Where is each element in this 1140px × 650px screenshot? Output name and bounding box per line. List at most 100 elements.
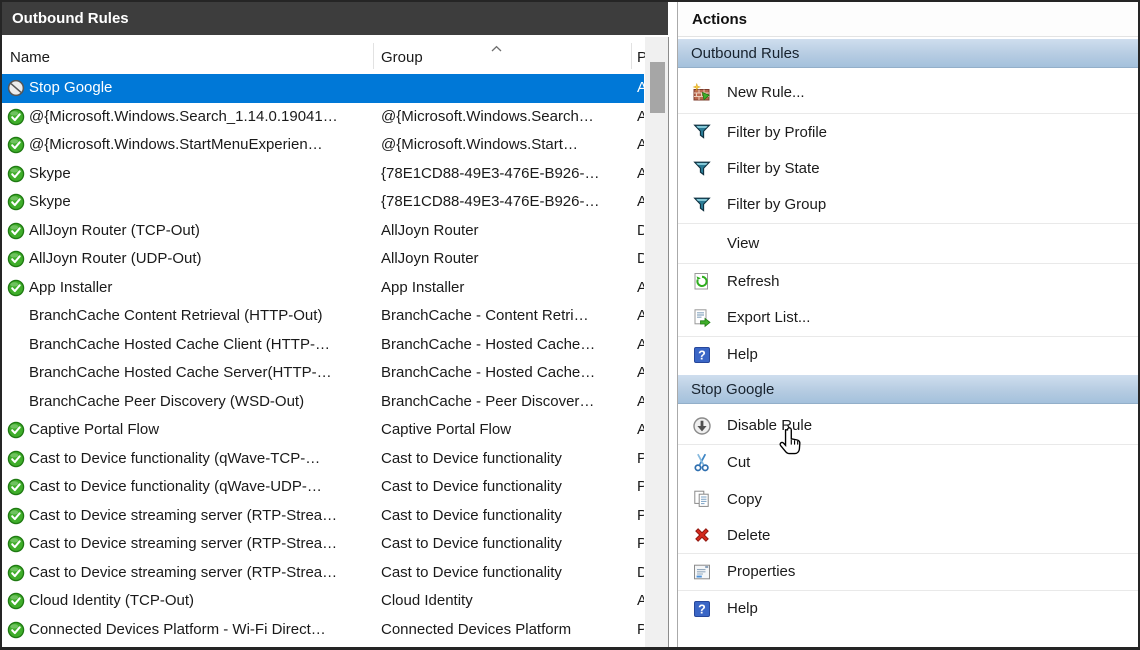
table-row[interactable]: BranchCache Peer Discovery (WSD-Out)Bran… xyxy=(2,388,644,417)
rule-profile: All xyxy=(637,331,644,360)
actions-section-header[interactable]: Stop Google xyxy=(678,375,1138,404)
check-icon xyxy=(7,250,25,268)
action-label: Delete xyxy=(727,527,770,544)
rule-name: App Installer xyxy=(29,274,373,303)
rule-group: App Installer xyxy=(381,274,629,303)
action-filter-by-profile[interactable]: Filter by Profile xyxy=(678,114,1138,151)
rule-profile: All xyxy=(637,302,644,331)
table-row[interactable]: Skype{78E1CD88-49E3-476E-B926-…All xyxy=(2,160,644,189)
rule-name: Cast to Device functionality (qWave-TCP-… xyxy=(29,445,373,474)
action-filter-by-group[interactable]: Filter by Group xyxy=(678,187,1138,224)
actions-panel: Actions Outbound Rules New Rule... Filter … xyxy=(678,2,1138,647)
action-refresh[interactable]: Refresh xyxy=(678,264,1138,301)
no-icon xyxy=(7,393,25,411)
column-divider[interactable] xyxy=(373,43,374,69)
mouse-cursor-hand-icon xyxy=(777,426,804,458)
scrollbar-thumb[interactable] xyxy=(650,62,665,113)
table-row[interactable]: Captive Portal FlowCaptive Portal FlowAl… xyxy=(2,416,644,445)
action-label: View xyxy=(727,235,759,252)
action-label: New Rule... xyxy=(727,84,805,101)
table-row[interactable]: AllJoyn Router (TCP-Out)AllJoyn RouterDo… xyxy=(2,217,644,246)
disable-icon xyxy=(692,416,712,436)
rule-name: Skype xyxy=(29,160,373,189)
rule-name: @{Microsoft.Windows.Search_1.14.0.19041… xyxy=(29,103,373,132)
action-label: Refresh xyxy=(727,273,780,290)
no-icon xyxy=(7,307,25,325)
svg-text:?: ? xyxy=(698,602,706,616)
table-row[interactable]: Skype {78E1CD88-49E3-476E-B926-… All xyxy=(2,188,644,217)
rule-group: Cast to Device functionality xyxy=(381,559,629,588)
properties-icon xyxy=(692,562,712,582)
table-row[interactable]: Cast to Device functionality (qWave-UDP-… xyxy=(2,473,644,502)
action-help[interactable]: ? Help xyxy=(678,591,1138,628)
action-copy[interactable]: Copy xyxy=(678,481,1138,518)
actions-section-header[interactable]: Outbound Rules xyxy=(678,39,1138,68)
table-row[interactable]: Cast to Device streaming server (RTP-Str… xyxy=(2,502,644,531)
table-row[interactable]: App InstallerApp InstallerAll xyxy=(2,274,644,303)
table-row[interactable]: Cast to Device streaming server (RTP-Str… xyxy=(2,530,644,559)
rule-group: Cast to Device functionality xyxy=(381,445,629,474)
action-view[interactable]: View xyxy=(678,224,1138,264)
vertical-scrollbar[interactable] xyxy=(645,37,669,647)
rule-name: BranchCache Content Retrieval (HTTP-Out) xyxy=(29,302,373,331)
table-row[interactable]: BranchCache Content Retrieval (HTTP-Out)… xyxy=(2,302,644,331)
table-row[interactable]: @{Microsoft.Windows.Search_1.14.0.19041…… xyxy=(2,103,644,132)
action-label: Export List... xyxy=(727,309,810,326)
filter-icon xyxy=(692,122,712,142)
rule-group: {78E1CD88-49E3-476E-B926-… xyxy=(381,188,629,217)
check-icon xyxy=(7,478,25,496)
table-row[interactable]: BranchCache Hosted Cache Client (HTTP-…B… xyxy=(2,331,644,360)
action-label: Help xyxy=(727,600,758,617)
actions-item-list: Disable Rule Cut Copy Delete Properties? Help xyxy=(678,404,1138,627)
action-disable-rule[interactable]: Disable Rule xyxy=(678,408,1138,445)
rule-name: Skype xyxy=(29,188,373,217)
action-properties[interactable]: Properties xyxy=(678,554,1138,591)
column-divider[interactable] xyxy=(631,43,632,69)
rule-name: Stop Google xyxy=(29,74,373,103)
rule-profile: Private xyxy=(637,530,644,559)
column-header-name[interactable]: Name xyxy=(10,37,350,73)
rule-profile: Private xyxy=(637,616,644,645)
rule-profile: Private xyxy=(637,473,644,502)
check-icon xyxy=(7,621,25,639)
copy-icon xyxy=(692,489,712,509)
refresh-icon xyxy=(692,272,712,292)
check-icon xyxy=(7,193,25,211)
action-label: Properties xyxy=(727,563,795,580)
table-row[interactable]: BranchCache Hosted Cache Server(HTTP-…Br… xyxy=(2,359,644,388)
sort-ascending-icon xyxy=(490,40,503,58)
check-icon xyxy=(7,165,25,183)
check-icon xyxy=(7,507,25,525)
actions-panel-title: Actions xyxy=(678,2,1138,37)
table-row[interactable]: Cast to Device streaming server (RTP-Str… xyxy=(2,559,644,588)
action-new-rule[interactable]: New Rule... xyxy=(678,72,1138,114)
table-row[interactable]: Connected Devices Platform - Wi-Fi Direc… xyxy=(2,616,644,645)
action-cut[interactable]: Cut xyxy=(678,445,1138,482)
rule-profile: Domain xyxy=(637,217,644,246)
window-border-top xyxy=(0,0,1140,2)
action-label: Cut xyxy=(727,454,750,471)
table-row[interactable]: Stop GoogleAll xyxy=(2,74,644,103)
rule-profile: All xyxy=(637,188,644,217)
rule-group: @{Microsoft.Windows.Start… xyxy=(381,131,629,160)
check-icon xyxy=(7,421,25,439)
table-row[interactable]: Cast to Device functionality (qWave-TCP-… xyxy=(2,445,644,474)
table-row[interactable]: @{Microsoft.Windows.StartMenuExperien… @{… xyxy=(2,131,644,160)
action-delete[interactable]: Delete xyxy=(678,518,1138,555)
action-export-list[interactable]: Export List... xyxy=(678,300,1138,337)
action-filter-by-state[interactable]: Filter by State xyxy=(678,151,1138,188)
rule-group: Cast to Device functionality xyxy=(381,530,629,559)
rule-profile: Private xyxy=(637,445,644,474)
rules-rows: Stop GoogleAll@{Microsoft.Windows.Search… xyxy=(2,74,644,647)
rule-name: @{Microsoft.Windows.StartMenuExperien… xyxy=(29,131,373,160)
action-help[interactable]: ?Help xyxy=(678,337,1138,374)
cut-icon xyxy=(692,453,712,473)
rule-name: Captive Portal Flow xyxy=(29,416,373,445)
rule-name: Cloud Identity (TCP-Out) xyxy=(29,587,373,616)
rule-group: Cast to Device functionality xyxy=(381,473,629,502)
rule-group: AllJoyn Router xyxy=(381,217,629,246)
table-row[interactable]: Cloud Identity (TCP-Out)Cloud IdentityAl… xyxy=(2,587,644,616)
table-row[interactable]: AllJoyn Router (UDP-Out)AllJoyn RouterDo… xyxy=(2,245,644,274)
no-icon xyxy=(7,336,25,354)
check-icon xyxy=(7,564,25,582)
